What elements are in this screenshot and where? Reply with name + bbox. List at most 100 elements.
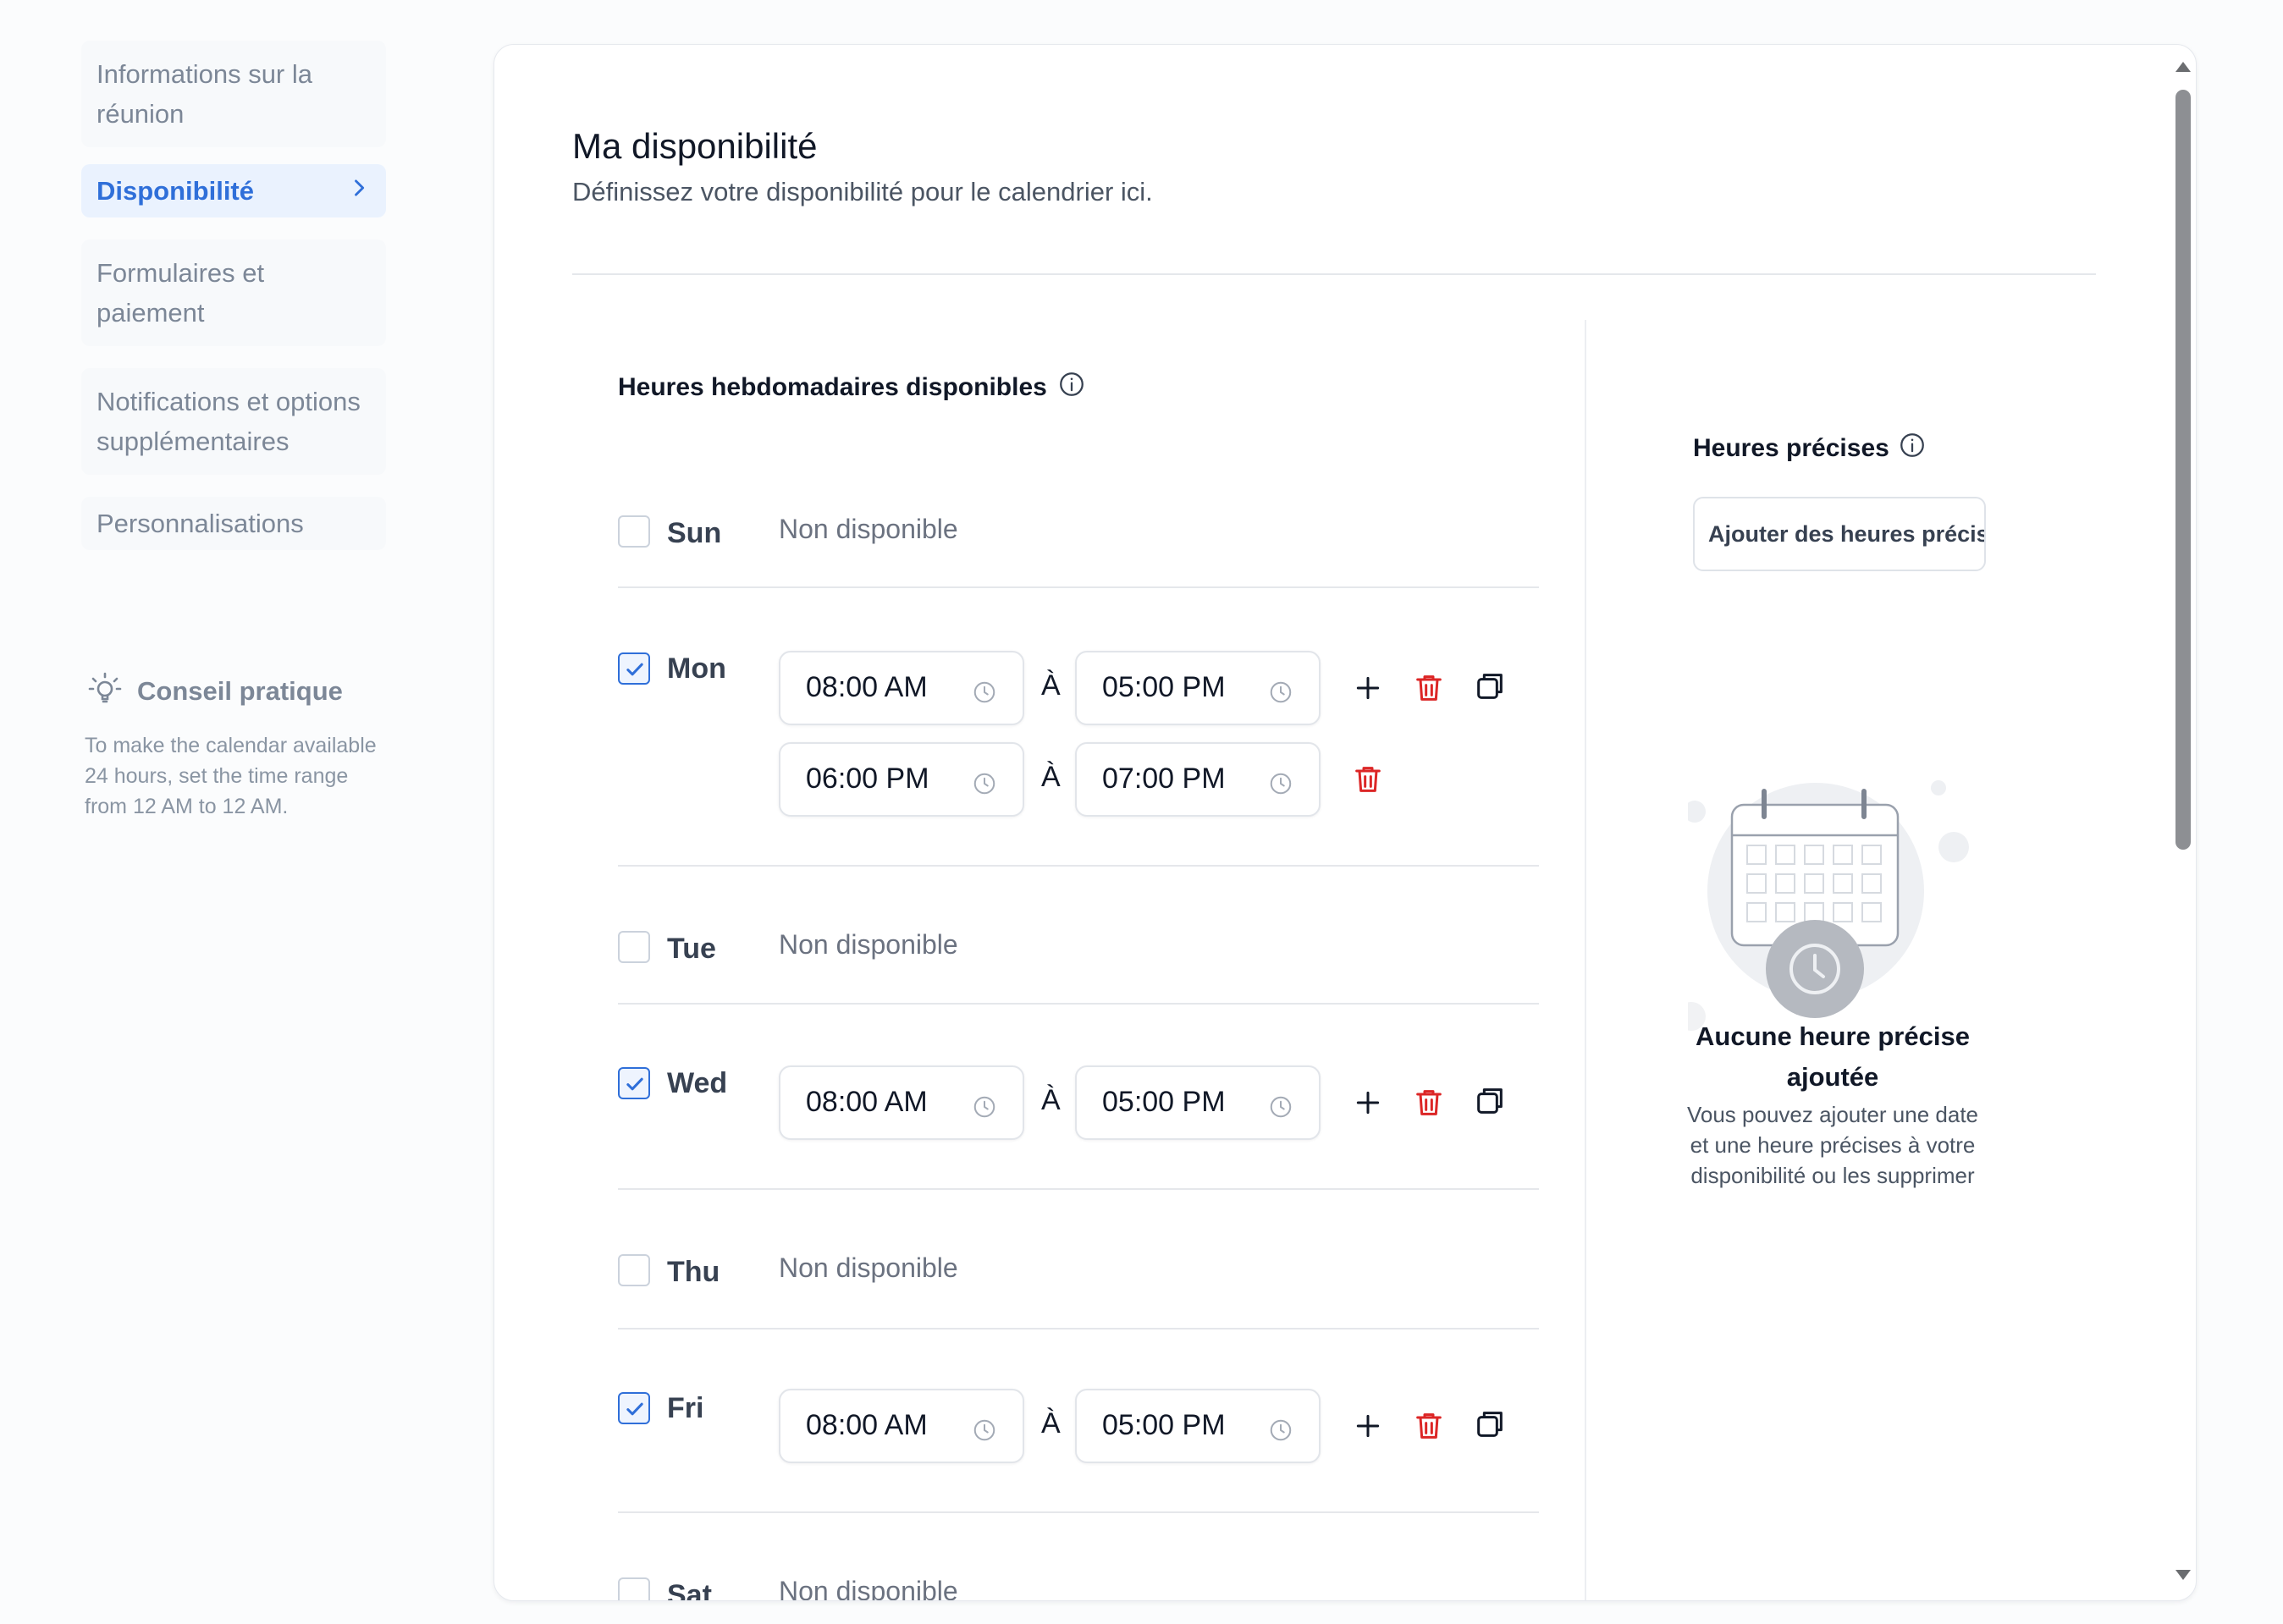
clock-icon — [973, 1096, 995, 1118]
header-divider — [572, 273, 2096, 275]
delete-icon[interactable] — [1412, 1409, 1446, 1443]
sidebar-item-notifications[interactable]: Notifications et options supplémentaires — [81, 368, 386, 475]
time-from-input[interactable]: 08:00 AM — [779, 1389, 1024, 1463]
delete-icon[interactable] — [1351, 762, 1385, 796]
day-row-thu: Thu Non disponible — [618, 1188, 1539, 1329]
add-slot-icon[interactable] — [1351, 1409, 1385, 1443]
clock-icon — [973, 1419, 995, 1441]
unavailable-text: Non disponible — [779, 929, 958, 960]
copy-icon[interactable] — [1473, 1084, 1507, 1118]
day-label-fri: Fri — [667, 1392, 704, 1424]
day-label-sat: Sat — [667, 1579, 712, 1601]
add-slot-icon[interactable] — [1351, 1086, 1385, 1120]
copy-icon[interactable] — [1473, 669, 1507, 703]
page-subtitle: Définissez votre disponibilité pour le c… — [572, 177, 1153, 206]
day-checkbox-tue[interactable] — [618, 931, 650, 963]
time-from-input[interactable]: 08:00 AM — [779, 1065, 1024, 1140]
weekly-hours-label: Heures hebdomadaires disponibles — [618, 373, 1047, 401]
clock-icon — [973, 773, 995, 795]
time-value: 07:00 PM — [1102, 762, 1226, 795]
page-title: Ma disponibilité — [572, 126, 818, 166]
day-label-tue: Tue — [667, 933, 716, 965]
tip-text: To make the calendar available 24 hours,… — [85, 734, 377, 818]
tip-title: Conseil pratique — [137, 675, 343, 706]
check-icon — [626, 1077, 643, 1091]
time-value: 08:00 AM — [806, 671, 928, 703]
sidebar-item-label: Notifications et options supplémentaires — [97, 387, 361, 456]
time-from-input[interactable]: 06:00 PM — [779, 742, 1024, 817]
delete-icon[interactable] — [1412, 671, 1446, 705]
scroll-down-arrow-icon[interactable] — [2174, 1567, 2192, 1583]
info-icon[interactable] — [1898, 431, 1927, 466]
time-value: 05:00 PM — [1102, 671, 1226, 703]
day-row-sun: Sun Non disponible — [618, 476, 1539, 588]
time-separator: À — [1041, 669, 1061, 702]
sidebar-item-label: Disponibilité — [97, 176, 254, 206]
time-value: 05:00 PM — [1102, 1409, 1226, 1441]
day-checkbox-fri[interactable] — [618, 1392, 650, 1424]
empty-state-title: Aucune heure précise ajoutée — [1696, 1021, 1970, 1092]
unavailable-text: Non disponible — [779, 1252, 958, 1283]
clock-icon — [1270, 681, 1292, 703]
time-to-input[interactable]: 05:00 PM — [1075, 1389, 1321, 1463]
sidebar-item-label: Informations sur la réunion — [97, 59, 312, 129]
calendar-clock-illustration — [1677, 756, 2027, 1043]
day-checkbox-sun[interactable] — [618, 515, 650, 548]
specific-hours-label: Heures précises — [1693, 434, 1889, 462]
day-row-tue: Tue Non disponible — [618, 865, 1539, 1005]
unavailable-text: Non disponible — [779, 1576, 958, 1601]
day-label-wed: Wed — [667, 1067, 728, 1099]
time-value: 08:00 AM — [806, 1409, 928, 1441]
day-row-mon: Mon 08:00 AM À 05:00 PM 06:00 PM À 07:00… — [618, 588, 1539, 867]
vertical-divider — [1585, 320, 1586, 1600]
clock-icon — [1270, 773, 1292, 795]
info-icon[interactable] — [1057, 370, 1086, 405]
sidebar-item-customizations[interactable]: Personnalisations — [81, 497, 386, 550]
unavailable-text: Non disponible — [779, 514, 958, 544]
time-to-input[interactable]: 05:00 PM — [1075, 651, 1321, 725]
day-checkbox-mon[interactable] — [618, 652, 650, 685]
time-to-input[interactable]: 05:00 PM — [1075, 1065, 1321, 1140]
day-row-wed: Wed 08:00 AM À 05:00 PM — [618, 1003, 1539, 1190]
clock-icon — [1270, 1096, 1292, 1118]
practical-tip: Conseil pratique To make the calendar av… — [85, 669, 389, 822]
sidebar-nav: Informations sur la réunion Disponibilit… — [81, 41, 386, 572]
day-row-fri: Fri 08:00 AM À 05:00 PM — [618, 1328, 1539, 1513]
time-to-input[interactable]: 07:00 PM — [1075, 742, 1321, 817]
specific-hours-title: Heures précises — [1693, 431, 1927, 466]
time-separator: À — [1041, 1407, 1061, 1440]
time-from-input[interactable]: 08:00 AM — [779, 651, 1024, 725]
chevron-right-icon — [347, 171, 371, 211]
day-row-sat: Sat Non disponible — [618, 1511, 1539, 1600]
day-label-mon: Mon — [667, 652, 726, 685]
sidebar-item-forms-payment[interactable]: Formulaires et paiement — [81, 239, 386, 346]
availability-card: Ma disponibilité Définissez votre dispon… — [494, 44, 2197, 1601]
add-specific-hours-button[interactable]: Ajouter des heures précises — [1693, 497, 1986, 571]
sidebar-item-meeting-info[interactable]: Informations sur la réunion — [81, 41, 386, 147]
day-checkbox-sat[interactable] — [618, 1577, 650, 1600]
time-value: 05:00 PM — [1102, 1086, 1226, 1118]
weekly-hours-title: Heures hebdomadaires disponibles — [618, 370, 1086, 405]
time-separator: À — [1041, 761, 1061, 793]
clock-icon — [1270, 1419, 1292, 1441]
clock-icon — [973, 681, 995, 703]
time-separator: À — [1041, 1084, 1061, 1116]
calendar-icon — [1677, 780, 1969, 1031]
day-checkbox-thu[interactable] — [618, 1254, 650, 1286]
day-checkbox-wed[interactable] — [618, 1067, 650, 1099]
check-icon — [626, 1402, 643, 1416]
time-value: 08:00 AM — [806, 1086, 928, 1118]
add-slot-icon[interactable] — [1351, 671, 1385, 705]
delete-icon[interactable] — [1412, 1086, 1446, 1120]
copy-icon[interactable] — [1473, 1407, 1507, 1441]
tip-header: Conseil pratique — [85, 669, 389, 713]
scrollbar-thumb[interactable] — [2175, 90, 2191, 850]
time-value: 06:00 PM — [806, 762, 929, 795]
lightbulb-icon — [85, 669, 125, 713]
sidebar-item-label: Personnalisations — [97, 509, 304, 538]
check-icon — [626, 663, 643, 676]
scroll-up-arrow-icon[interactable] — [2174, 59, 2192, 74]
sidebar-item-availability[interactable]: Disponibilité — [81, 164, 386, 217]
day-label-sun: Sun — [667, 517, 722, 549]
sidebar-item-label: Formulaires et paiement — [97, 258, 265, 328]
